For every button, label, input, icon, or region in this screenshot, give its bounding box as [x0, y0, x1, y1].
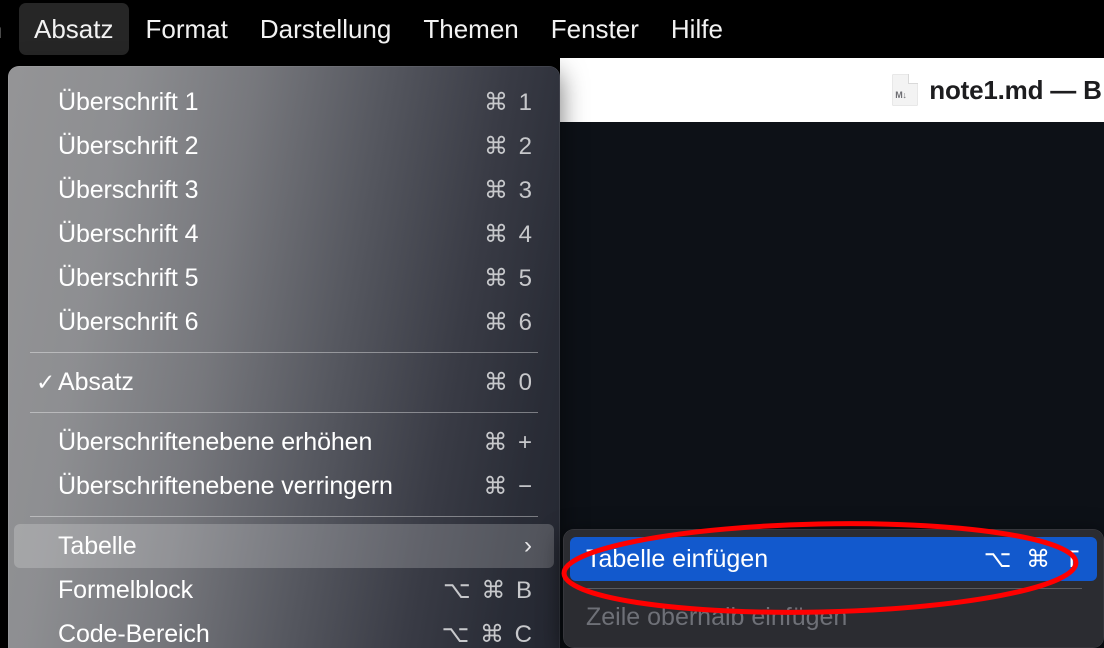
window-title: note1.md — B	[929, 74, 1102, 105]
menu-item--berschrift-3[interactable]: Überschrift 3 ⌘ 3	[14, 168, 554, 212]
menubar-item-fenster[interactable]: Fenster	[536, 3, 654, 55]
menu-item-code-bereich[interactable]: Code-Bereich ⌥ ⌘ C	[14, 612, 554, 648]
submenu-item-shortcut: ⌥ ⌘ T	[983, 545, 1083, 573]
menu-item-formelblock[interactable]: Formelblock ⌥ ⌘ B	[14, 568, 554, 612]
menu-item-shortcut: ⌘ +	[483, 428, 534, 456]
menu-item-label: Überschriftenebene erhöhen	[58, 427, 373, 456]
submenu-separator	[585, 588, 1082, 589]
menu-item-shortcut: ⌘ 4	[483, 220, 534, 248]
menubar-item-n[interactable]: n	[0, 3, 17, 55]
screenshot-root: M↓ note1.md — B nAbsatzFormatDarstellung…	[0, 0, 1104, 648]
submenu-item-label: Tabelle einfügen	[586, 544, 769, 573]
menu-item--berschrift-5[interactable]: Überschrift 5 ⌘ 5	[14, 256, 554, 300]
menu-item-label: Code-Bereich	[58, 619, 210, 648]
menu-item-shortcut: ⌘ 0	[483, 368, 534, 396]
menubar-item-darstellung[interactable]: Darstellung	[245, 3, 407, 55]
menu-item-label: Überschrift 4	[58, 219, 199, 248]
menubar-item-themen[interactable]: Themen	[408, 3, 533, 55]
menu-item-label: Überschrift 1	[58, 87, 199, 116]
menu-separator	[30, 412, 538, 413]
chevron-right-icon: ›	[524, 532, 532, 559]
menu-item--berschriftenebene-verringern[interactable]: Überschriftenebene verringern ⌘ −	[14, 464, 554, 508]
menu-separator	[30, 352, 538, 353]
menu-item-label: Überschrift 3	[58, 175, 199, 204]
menu-item--berschrift-1[interactable]: Überschrift 1 ⌘ 1	[14, 80, 554, 124]
checkmark-icon: ✓	[36, 368, 56, 395]
menu-item-shortcut: ⌥ ⌘ B	[443, 576, 534, 604]
menu-item-label: Tabelle	[58, 531, 137, 560]
menu-item-shortcut: ⌘ −	[483, 472, 534, 500]
menubar-item-hilfe[interactable]: Hilfe	[656, 3, 738, 55]
submenu-item-tabelle-einf-gen[interactable]: Tabelle einfügen ⌥ ⌘ T	[570, 537, 1097, 581]
submenu-item-zeile-oberhalb-einf-gen: Zeile oberhalb einfügen	[570, 595, 1097, 639]
menu-item-tabelle[interactable]: Tabelle ›	[14, 524, 554, 568]
absatz-menu-body: Überschrift 1 ⌘ 1 Überschrift 2 ⌘ 2 Überschr…	[8, 80, 560, 648]
menubar-item-format[interactable]: Format	[131, 3, 243, 55]
absatz-dropdown-menu: Überschrift 1 ⌘ 1 Überschrift 2 ⌘ 2 Überschr…	[8, 66, 560, 648]
menu-item-shortcut: ⌘ 1	[483, 88, 534, 116]
submenu-item-label: Zeile oberhalb einfügen	[586, 602, 848, 631]
menu-bar-items: nAbsatzFormatDarstellungThemenFensterHil…	[0, 0, 739, 58]
menu-item-shortcut: ⌥ ⌘ C	[441, 620, 534, 648]
tabelle-submenu: Tabelle einfügen ⌥ ⌘ T Zeile oberhalb einf…	[563, 529, 1104, 648]
menu-item-label: Überschrift 6	[58, 307, 199, 336]
menu-item-shortcut: ⌘ 3	[483, 176, 534, 204]
menu-item--berschrift-6[interactable]: Überschrift 6 ⌘ 6	[14, 300, 554, 344]
menu-item-label: Formelblock	[58, 575, 194, 604]
markdown-file-icon: M↓	[892, 74, 919, 106]
menu-item-shortcut: ⌘ 2	[483, 132, 534, 160]
menu-item-shortcut: ⌘ 6	[483, 308, 534, 336]
menu-item-label: Überschrift 5	[58, 263, 199, 292]
window-titlebar: M↓ note1.md — B	[560, 58, 1104, 122]
menu-item-label: Absatz	[58, 367, 134, 396]
menu-item-shortcut: ⌘ 5	[483, 264, 534, 292]
menu-item--berschrift-4[interactable]: Überschrift 4 ⌘ 4	[14, 212, 554, 256]
menu-item--berschrift-2[interactable]: Überschrift 2 ⌘ 2	[14, 124, 554, 168]
menu-item--berschriftenebene-erh-hen[interactable]: Überschriftenebene erhöhen ⌘ +	[14, 420, 554, 464]
menu-item-label: Überschrift 2	[58, 131, 199, 160]
menu-separator	[30, 516, 538, 517]
menu-item-label: Überschriftenebene verringern	[58, 471, 393, 500]
markdown-file-icon-badge: M↓	[895, 90, 907, 100]
menubar-item-absatz[interactable]: Absatz	[19, 3, 129, 55]
menu-item-absatz[interactable]: ✓ Absatz ⌘ 0	[14, 360, 554, 404]
menu-bar: nAbsatzFormatDarstellungThemenFensterHil…	[0, 0, 1104, 58]
tabelle-submenu-body: Tabelle einfügen ⌥ ⌘ T Zeile oberhalb einf…	[563, 537, 1104, 639]
